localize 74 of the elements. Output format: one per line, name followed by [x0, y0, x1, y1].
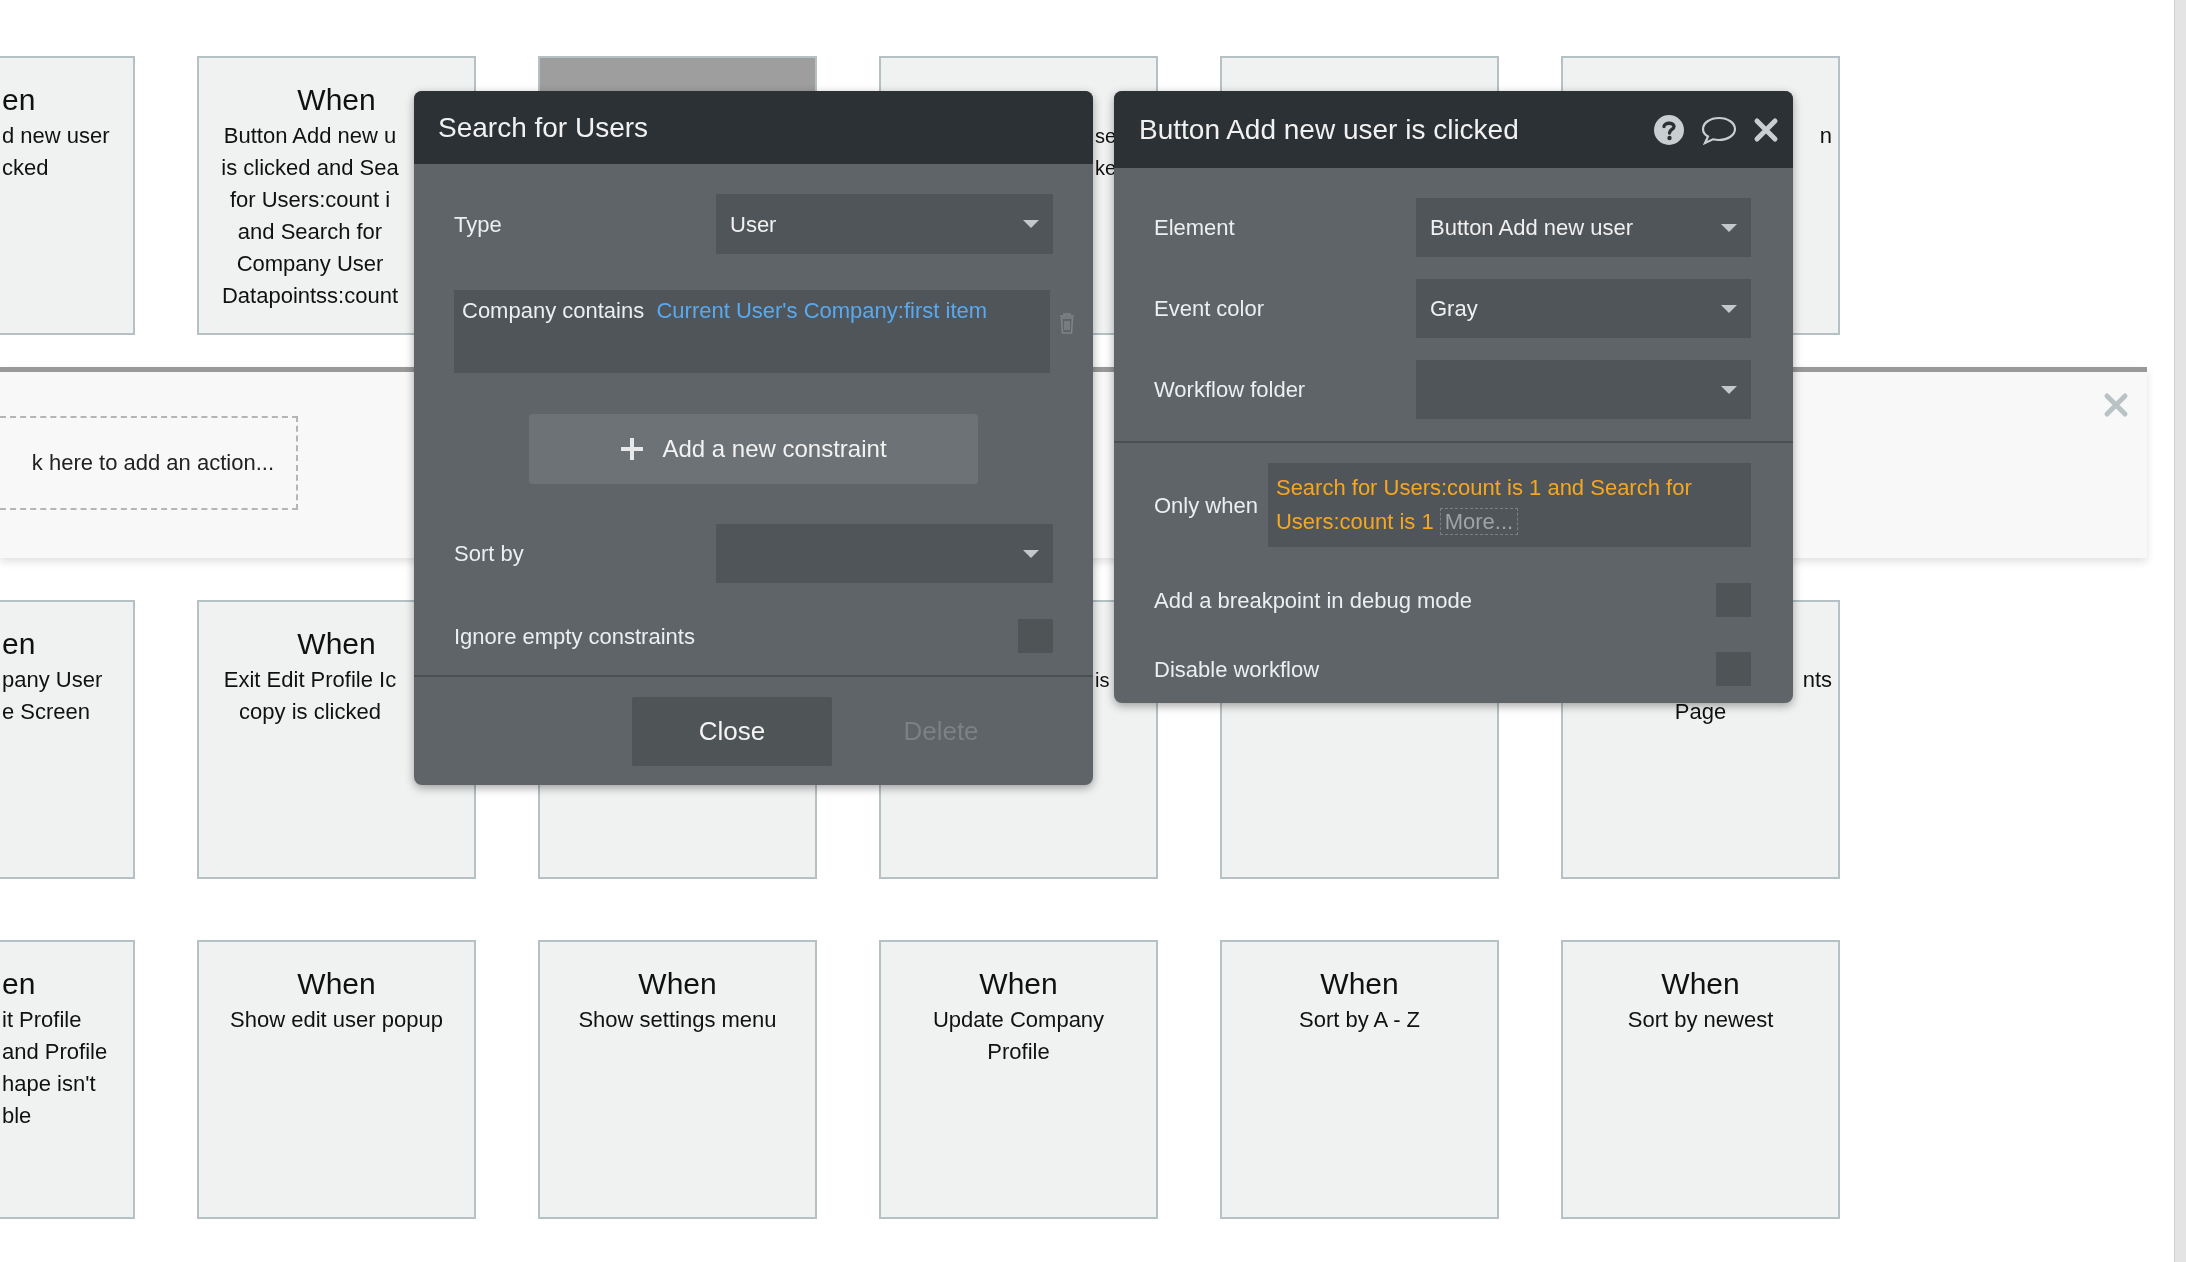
- workflow-card[interactable]: When Show settings menu: [538, 940, 817, 1219]
- caret-icon: [1023, 549, 1039, 558]
- card-text: pany User: [1, 666, 104, 694]
- field-label: Workflow folder: [1154, 376, 1307, 404]
- plus-icon: [620, 437, 645, 461]
- card-text: Page: [1673, 698, 1728, 726]
- trash-icon[interactable]: [1058, 312, 1076, 334]
- type-dropdown[interactable]: User: [716, 194, 1053, 254]
- workflow-card[interactable]: en it Profile and Profile hape isn't ble: [0, 940, 135, 1219]
- help-icon[interactable]: [1653, 113, 1685, 146]
- card-title: When: [296, 966, 377, 1002]
- card-text: Update Company: [931, 1006, 1106, 1034]
- card-text: ke: [1095, 156, 1117, 181]
- card-text: hape isn't: [1, 1070, 97, 1098]
- scrollbar[interactable]: [2174, 0, 2186, 1262]
- card-title: When: [637, 966, 718, 1002]
- option-label: Add a breakpoint in debug mode: [1154, 586, 1472, 615]
- card-text: it Profile: [1, 1006, 83, 1034]
- caret-icon: [1721, 223, 1737, 232]
- workflow-card[interactable]: en d new user cked: [0, 56, 135, 335]
- card-text: cked: [1, 154, 50, 182]
- card-text: Sort by newest: [1626, 1006, 1775, 1034]
- card-text: is: [1095, 668, 1110, 693]
- card-text: Company User: [235, 250, 385, 278]
- card-title: en: [1, 966, 37, 1002]
- add-constraint-button[interactable]: Add a new constraint: [529, 414, 978, 484]
- card-title: en: [1, 626, 37, 662]
- card-title: When: [296, 82, 377, 118]
- card-text: d new user: [1, 122, 111, 150]
- field-label: Only when: [1154, 491, 1258, 520]
- card-text: Sort by A - Z: [1297, 1006, 1421, 1034]
- card-text: se: [1095, 124, 1117, 149]
- card-text: ble: [1, 1102, 33, 1130]
- panel-button[interactable]: Close: [632, 697, 832, 766]
- card-title: When: [1319, 966, 1400, 1002]
- card-text: is clicked and Sea: [220, 154, 400, 182]
- comment-icon[interactable]: [1701, 114, 1737, 145]
- card-text: Show edit user popup: [229, 1006, 444, 1034]
- workflow-card[interactable]: When Sort by A - Z: [1220, 940, 1499, 1219]
- caret-icon: [1023, 220, 1039, 228]
- card-text: n: [1819, 122, 1832, 150]
- card-text: and Search for: [236, 218, 384, 246]
- card-text: Button Add new u: [222, 122, 398, 150]
- field-label: Event color: [1154, 295, 1266, 323]
- card-text: copy is clicked: [238, 698, 382, 726]
- caret-icon: [1721, 385, 1737, 394]
- constraint-field[interactable]: Company contains Current User's Company:first item: [454, 290, 1050, 373]
- workflow-card[interactable]: en pany User e Screen: [0, 600, 135, 879]
- select-dropdown[interactable]: Button Add new user: [1416, 198, 1751, 257]
- workflow-card[interactable]: When Update Company Profile: [879, 940, 1158, 1219]
- close-icon[interactable]: [1753, 116, 1779, 143]
- card-text: e Screen: [1, 698, 92, 726]
- workflow-card[interactable]: When Show edit user popup: [197, 940, 476, 1219]
- card-text: Show settings menu: [577, 1006, 778, 1034]
- add-action-area[interactable]: k here to add an action...: [0, 416, 298, 510]
- sort-dropdown[interactable]: [716, 524, 1053, 583]
- panel-title: Button Add new user is clicked: [1139, 112, 1520, 147]
- card-text: Profile: [986, 1038, 1051, 1066]
- field-label: Element: [1154, 214, 1236, 242]
- select-dropdown[interactable]: [1416, 360, 1751, 419]
- condition-expression[interactable]: Search for Users:count is 1 and Search for Users:count is 1 More...: [1267, 463, 1751, 547]
- card-title: When: [1660, 966, 1741, 1002]
- card-text: and Profile: [1, 1038, 109, 1066]
- card-title: When: [978, 966, 1059, 1002]
- card-text: nts: [1802, 666, 1832, 694]
- caret-icon: [1721, 304, 1737, 313]
- card-text: Exit Edit Profile Ic: [222, 666, 398, 694]
- option-label: Disable workflow: [1154, 655, 1320, 684]
- field-label: Sort by: [454, 540, 525, 568]
- select-dropdown[interactable]: Gray: [1416, 279, 1751, 338]
- card-title: en: [1, 82, 37, 118]
- card-text: Datapointss:count: [220, 282, 400, 310]
- workflow-card[interactable]: When Sort by newest: [1561, 940, 1840, 1219]
- card-text: for Users:count i: [228, 186, 392, 214]
